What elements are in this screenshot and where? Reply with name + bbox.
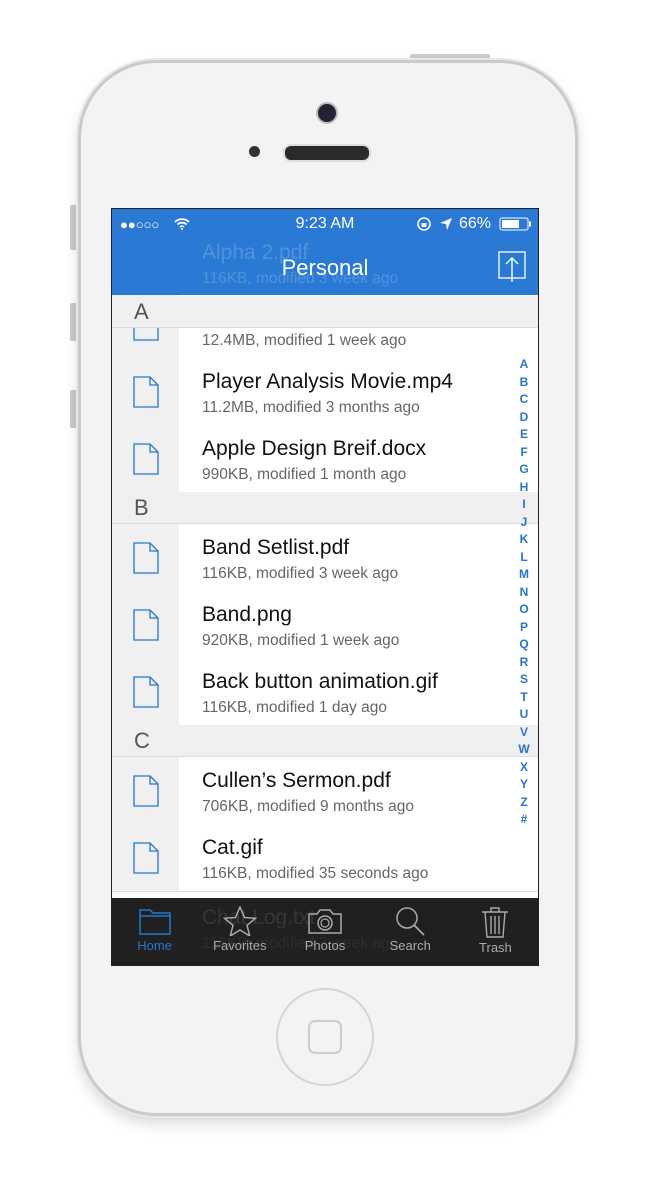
volume-down-button bbox=[70, 390, 77, 428]
document-icon bbox=[133, 542, 159, 574]
file-icon-cell bbox=[112, 658, 179, 725]
tab-label: Search bbox=[389, 938, 431, 953]
search-icon bbox=[396, 907, 425, 936]
file-name: Back button animation.gif bbox=[202, 670, 438, 693]
tab-trash[interactable]: Trash bbox=[453, 898, 538, 965]
volume-up-button bbox=[70, 303, 77, 341]
file-row[interactable]: Cullen’s Sermon.pdf 706KB, modified 9 mon… bbox=[112, 757, 538, 825]
file-icon-cell bbox=[112, 358, 179, 425]
front-camera bbox=[316, 102, 338, 124]
file-meta: 990KB, modified 1 month ago bbox=[202, 466, 407, 483]
file-icon-cell bbox=[112, 757, 179, 824]
location-icon bbox=[440, 218, 452, 230]
file-row[interactable]: Cat.gif 116KB, modified 35 seconds ago bbox=[112, 824, 538, 892]
tab-photos[interactable]: Photos bbox=[282, 898, 367, 965]
index-letter[interactable]: H bbox=[520, 479, 529, 497]
index-letter[interactable]: E bbox=[520, 426, 528, 444]
file-row[interactable]: Band Setlist.pdf 116KB, modified 3 week a… bbox=[112, 524, 538, 592]
star-icon bbox=[222, 906, 257, 936]
index-letter[interactable]: # bbox=[521, 811, 528, 829]
index-letter[interactable]: M bbox=[519, 566, 529, 584]
camera-icon bbox=[308, 909, 342, 934]
document-icon bbox=[133, 842, 159, 874]
index-letter[interactable]: I bbox=[522, 496, 525, 514]
document-icon bbox=[133, 376, 159, 408]
file-name: Band.png bbox=[202, 603, 292, 626]
index-letter[interactable]: C bbox=[520, 391, 529, 409]
index-letter[interactable]: F bbox=[520, 444, 527, 462]
index-letter[interactable]: W bbox=[518, 741, 529, 759]
section-index[interactable]: A B C D E F G H I J K L M N O P Q R S T U V W X Y Z # bbox=[516, 356, 532, 829]
document-icon bbox=[133, 775, 159, 807]
index-letter[interactable]: K bbox=[520, 531, 529, 549]
home-button[interactable] bbox=[276, 988, 374, 1086]
battery-percent: 66% bbox=[459, 215, 492, 232]
tab-home[interactable]: Home bbox=[112, 898, 197, 965]
file-icon-cell bbox=[112, 591, 179, 658]
index-letter[interactable]: L bbox=[520, 549, 527, 567]
file-meta: 116KB, modified 3 week ago bbox=[202, 565, 399, 582]
index-letter[interactable]: D bbox=[520, 409, 529, 427]
file-name: Band Setlist.pdf bbox=[202, 536, 350, 559]
proximity-sensor bbox=[249, 146, 260, 157]
index-letter[interactable]: P bbox=[520, 619, 528, 637]
tab-label: Favorites bbox=[213, 938, 267, 953]
index-letter[interactable]: N bbox=[520, 584, 529, 602]
document-icon bbox=[133, 609, 159, 641]
file-icon-cell bbox=[112, 425, 179, 492]
document-icon bbox=[133, 676, 159, 708]
index-letter[interactable]: V bbox=[520, 724, 528, 742]
rotation-lock-icon bbox=[417, 217, 431, 231]
index-letter[interactable]: X bbox=[520, 759, 528, 777]
earpiece-speaker bbox=[283, 144, 371, 162]
index-letter[interactable]: T bbox=[520, 689, 527, 707]
tab-favorites[interactable]: Favorites bbox=[197, 898, 282, 965]
file-name: Cat.gif bbox=[202, 836, 263, 859]
section-header: B bbox=[112, 492, 538, 524]
index-letter[interactable]: S bbox=[520, 671, 528, 689]
ghost-file-meta: 116KB, modified 3 week ago bbox=[202, 270, 399, 287]
file-row[interactable]: Band.png 920KB, modified 1 week ago bbox=[112, 591, 538, 659]
index-letter[interactable]: B bbox=[520, 374, 529, 392]
file-meta: 12.4MB, modified 1 week ago bbox=[202, 332, 407, 349]
file-row[interactable]: Apple Design Breif.docx 990KB, modified 1… bbox=[112, 425, 538, 493]
file-icon-cell bbox=[112, 524, 179, 591]
tab-label: Trash bbox=[479, 940, 512, 955]
file-meta: 116KB, modified 1 day ago bbox=[202, 699, 387, 716]
index-letter[interactable]: U bbox=[520, 706, 529, 724]
index-letter[interactable]: Y bbox=[520, 776, 528, 794]
nav-bar: ●●○○○ 9:23 AM 66% Alpha 2.pdf 116KB, mod… bbox=[112, 209, 538, 295]
share-upload-icon[interactable] bbox=[498, 251, 526, 283]
index-letter[interactable]: G bbox=[519, 461, 528, 479]
index-letter[interactable]: O bbox=[519, 601, 528, 619]
index-letter[interactable]: Q bbox=[519, 636, 528, 654]
mute-switch bbox=[70, 205, 77, 250]
file-row[interactable]: Back button animation.gif 116KB, modified… bbox=[112, 658, 538, 726]
file-name: Apple Design Breif.docx bbox=[202, 437, 427, 460]
folder-icon bbox=[138, 909, 171, 935]
index-letter[interactable]: A bbox=[520, 356, 529, 374]
section-header: A bbox=[112, 296, 538, 328]
tab-bar: Chat Log.txt 116KB, modified 3 week ago … bbox=[112, 898, 538, 965]
index-letter[interactable]: R bbox=[520, 654, 529, 672]
screen: ●●○○○ 9:23 AM 66% Alpha 2.pdf 116KB, mod… bbox=[111, 208, 539, 966]
battery-icon bbox=[499, 217, 531, 231]
file-meta: 11.2MB, modified 3 months ago bbox=[202, 399, 420, 416]
file-icon-cell bbox=[112, 824, 179, 891]
index-letter[interactable]: Z bbox=[520, 794, 527, 812]
tab-label: Home bbox=[137, 938, 172, 953]
file-row[interactable]: Player Analysis Movie.mp4 11.2MB, modifie… bbox=[112, 358, 538, 426]
tab-search[interactable]: Search bbox=[368, 898, 453, 965]
file-meta: 920KB, modified 1 week ago bbox=[202, 632, 400, 649]
section-header: C bbox=[112, 725, 538, 757]
ghost-file-name: Alpha 2.pdf bbox=[202, 241, 309, 264]
index-letter[interactable]: J bbox=[521, 514, 528, 532]
trash-icon bbox=[482, 907, 509, 938]
file-meta: 116KB, modified 35 seconds ago bbox=[202, 865, 429, 882]
file-meta: 706KB, modified 9 months ago bbox=[202, 798, 414, 815]
file-name: Cullen’s Sermon.pdf bbox=[202, 769, 391, 792]
tab-label: Photos bbox=[304, 938, 346, 953]
document-icon bbox=[133, 443, 159, 475]
file-name: Player Analysis Movie.mp4 bbox=[202, 370, 453, 393]
